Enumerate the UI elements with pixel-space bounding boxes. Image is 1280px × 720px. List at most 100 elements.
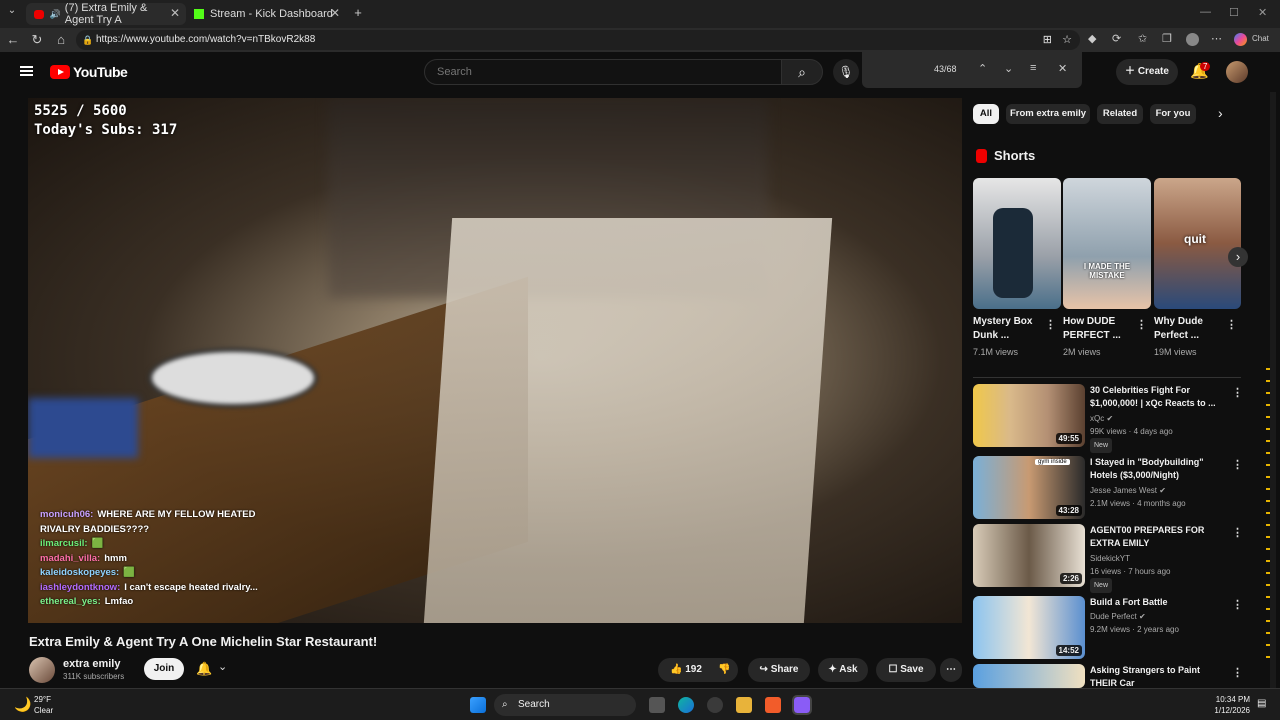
extension-icon[interactable]: ⊞ [1043, 30, 1052, 50]
twitch-icon[interactable] [792, 695, 812, 715]
recommendation-title[interactable]: AGENT00 PREPARES FOR EXTRA EMILY [1090, 524, 1225, 550]
favorites-icon[interactable]: ✩ [1138, 32, 1147, 45]
find-previous-icon[interactable]: ⌃ [978, 62, 987, 75]
windows-start-icon[interactable] [470, 697, 486, 713]
voice-search-button[interactable]: 🎙 [833, 59, 859, 85]
minimize-icon[interactable]: — [1200, 6, 1211, 18]
chat-message: madahi_villa: hmm [40, 552, 280, 567]
short-thumbnail[interactable]: I MADE THE MISTAKE [1063, 178, 1151, 309]
recommendation-thumbnail[interactable]: 14:52 [973, 596, 1085, 659]
system-clock[interactable]: 10:34 PM 1/12/2026 [1210, 694, 1250, 716]
more-vertical-icon[interactable]: ⋮ [1232, 526, 1243, 539]
chip-all[interactable]: All [973, 104, 999, 124]
more-vertical-icon[interactable]: ⋮ [1232, 458, 1243, 471]
maximize-icon[interactable]: ☐ [1229, 6, 1239, 19]
search-input[interactable] [425, 60, 781, 84]
weather-icon[interactable]: 🌙 [14, 696, 31, 713]
more-vertical-icon[interactable]: ⋮ [1232, 598, 1243, 611]
more-vertical-icon[interactable]: ⋮ [1226, 318, 1237, 331]
youtube-favicon-icon [34, 9, 44, 19]
recommendation-thumbnail[interactable]: gym inside 43:28 [973, 456, 1085, 519]
refresh-icon[interactable]: ↻ [29, 32, 45, 48]
subscription-bell-button[interactable]: 🔔 ⌄ [190, 658, 240, 680]
dislike-button[interactable]: 👎 [718, 658, 730, 682]
chat-username: monicuh06: [40, 509, 94, 520]
recommendation-thumbnail[interactable]: 49:55 [973, 384, 1085, 447]
ask-button[interactable]: ✦ Ask [818, 658, 868, 682]
copilot-icon[interactable] [1234, 33, 1247, 46]
recommendation-title[interactable]: Asking Strangers to Paint THEIR Car [1090, 664, 1225, 688]
short-thumbnail[interactable]: quit [1154, 178, 1241, 309]
copilot-chat-label[interactable]: Chat [1252, 34, 1269, 43]
youtube-logo[interactable]: YouTube [50, 64, 128, 80]
menu-icon[interactable] [20, 66, 33, 76]
new-tab-icon[interactable]: + [350, 5, 366, 20]
chevron-right-icon[interactable]: › [1218, 105, 1223, 121]
more-vertical-icon[interactable]: ⋮ [1232, 386, 1243, 399]
search-box [424, 59, 782, 85]
join-button[interactable]: Join [144, 658, 184, 680]
channel-name[interactable]: extra emily [63, 658, 120, 670]
search-button[interactable]: ⌕ [781, 59, 823, 85]
recommendation-title[interactable]: I Stayed in "Bodybuilding" Hotels ($3,00… [1090, 456, 1225, 482]
chat-username: kaleidoskopeyes: [40, 567, 120, 578]
channel-avatar[interactable] [29, 657, 55, 683]
chat-message: iashleydontknow: I can't escape heated ri… [40, 581, 280, 596]
tab-list-icon[interactable]: ⌄ [4, 5, 20, 16]
like-button[interactable]: 👍 192 [670, 664, 702, 675]
file-explorer-icon[interactable] [736, 697, 752, 713]
more-vertical-icon[interactable]: ⋮ [1136, 318, 1147, 331]
collections-icon[interactable]: ❐ [1162, 32, 1172, 45]
audio-icon[interactable]: 🔊 [50, 9, 61, 20]
more-vertical-icon[interactable]: ⋮ [1045, 318, 1056, 331]
find-close-icon[interactable]: ✕ [1058, 62, 1067, 75]
edge-icon[interactable] [678, 697, 694, 713]
duration-badge: 2:26 [1059, 573, 1082, 584]
recommendation-thumbnail[interactable]: 2:26 [973, 524, 1085, 587]
find-next-icon[interactable]: ⌄ [1004, 62, 1013, 75]
close-icon[interactable]: ✕ [170, 6, 180, 20]
brave-icon[interactable] [765, 697, 781, 713]
tab-youtube[interactable]: 🔊 (7) Extra Emily & Agent Try A ✕ [26, 2, 186, 26]
short-title[interactable]: How DUDE PERFECT ... [1063, 315, 1137, 343]
settings-gear-icon[interactable] [707, 697, 723, 713]
share-button[interactable]: ↪ Share [748, 658, 810, 682]
notification-center-icon[interactable]: ▤ [1257, 698, 1266, 709]
url-field[interactable]: 🔒 https://www.youtube.com/watch?v=nTBkov… [76, 30, 1080, 50]
close-window-icon[interactable]: ✕ [1258, 6, 1267, 19]
temperature: 29°F [34, 695, 51, 704]
more-actions-button[interactable]: ⋯ [940, 658, 962, 682]
chip-for-you[interactable]: For you [1150, 104, 1196, 124]
page-scrollbar[interactable] [1270, 92, 1276, 688]
more-icon[interactable]: ⋯ [1211, 32, 1222, 45]
chip-from-channel[interactable]: From extra emily [1006, 104, 1090, 124]
task-view-icon[interactable] [649, 697, 665, 713]
account-avatar[interactable] [1226, 61, 1248, 83]
profile-icon[interactable] [1186, 33, 1199, 46]
weather-widget[interactable]: 29°F Clear [34, 694, 53, 716]
video-player[interactable]: 5525 / 5600 Today's Subs: 317 monicuh06:… [28, 98, 962, 623]
shield-icon[interactable]: ◆ [1088, 32, 1096, 45]
shorts-next-icon[interactable]: › [1228, 247, 1248, 267]
tab-kick[interactable]: Stream - Kick Dashboard ✕ [186, 3, 346, 25]
short-thumbnail[interactable] [973, 178, 1061, 309]
create-button[interactable]: ＋ Create [1116, 59, 1178, 85]
recommendation-title[interactable]: 30 Celebrities Fight For $1,000,000! | x… [1090, 384, 1225, 410]
home-icon[interactable]: ⌂ [53, 32, 69, 47]
taskbar-search[interactable]: ⌕ Search [494, 694, 636, 716]
save-button[interactable]: ☐ Save [876, 658, 936, 682]
short-title[interactable]: Mystery Box Dunk ... [973, 315, 1047, 343]
sync-icon[interactable]: ⟳ [1112, 32, 1121, 45]
more-vertical-icon[interactable]: ⋮ [1232, 666, 1243, 679]
back-icon[interactable]: ← [5, 32, 21, 47]
find-options-icon[interactable]: ≡ [1030, 62, 1036, 74]
recommendation-title[interactable]: Build a Fort Battle [1090, 596, 1225, 609]
recommendation-thumbnail[interactable] [973, 664, 1085, 688]
lock-icon: 🔒 [82, 35, 94, 45]
chip-related[interactable]: Related [1097, 104, 1143, 124]
short-title[interactable]: Why Dude Perfect ... [1154, 315, 1228, 343]
tab-title: Stream - Kick Dashboard [210, 8, 333, 20]
close-icon[interactable]: ✕ [330, 6, 340, 20]
like-dislike-group: 👍 192 👎 [658, 658, 738, 682]
favorite-star-icon[interactable]: ☆ [1062, 30, 1072, 50]
